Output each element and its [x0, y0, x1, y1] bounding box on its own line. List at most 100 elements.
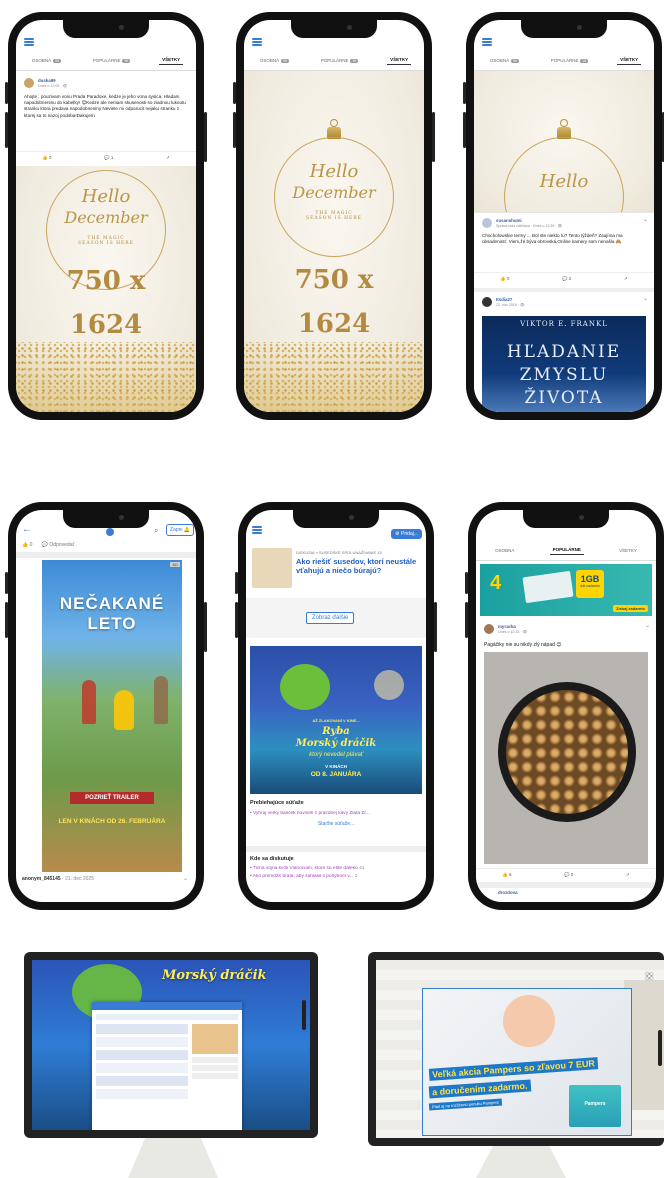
ad-headline-1: Veľká akcia Pampers so zľavou 7 EUR — [428, 1057, 599, 1081]
movie-subtitle: ktorý nevedel plávať — [309, 752, 363, 758]
phone-mockup-6: OSOBNÁ POPULÁRNE VŠETKY 4 1GB dát zadarm… — [465, 502, 664, 910]
tab-personal[interactable]: OSOBNÁ 99 — [487, 56, 522, 65]
watch-trailer-button[interactable]: POZRIEŤ TRAILER — [70, 792, 154, 804]
tab-all[interactable]: VŠETKY — [159, 55, 184, 65]
data-subtitle: dát zadarmo — [580, 584, 600, 588]
monitor-screen-2: Veľká akcia Pampers so zľavou 7 EUR a do… — [376, 960, 664, 1138]
tab-all[interactable]: VŠETKY — [387, 55, 412, 65]
menu-icon[interactable] — [252, 38, 262, 46]
like-button[interactable]: 👍 0 — [500, 276, 509, 282]
like-button[interactable]: 👍 0 — [22, 542, 32, 548]
menu-icon[interactable] — [24, 38, 34, 46]
poster-size-1: 750 x — [294, 265, 374, 295]
close-icon[interactable]: ✕ — [645, 970, 654, 983]
diaper-package: Pampers — [569, 1085, 621, 1127]
show-more-button[interactable]: Zobraz ďalšie — [306, 612, 355, 624]
book-title-1: HĽADANIE — [506, 342, 622, 363]
like-button[interactable]: 👍 0 — [42, 155, 51, 161]
post-photo[interactable] — [484, 652, 648, 864]
phone-screen-6: OSOBNÁ POPULÁRNE VŠETKY 4 1GB dát zadarm… — [476, 510, 656, 902]
tab-popular[interactable]: POPULÁRNE 99 — [318, 56, 362, 65]
desktop-monitor-2: Veľká akcia Pampers so zľavou 7 EUR a do… — [368, 952, 664, 1146]
poster-size-1: 750 x — [66, 266, 146, 296]
tab-all[interactable]: VŠETKY — [617, 55, 642, 65]
menu-icon[interactable] — [482, 38, 492, 46]
book-title-2: ZMYSLU — [519, 365, 609, 386]
phone-mockup-5: ⚙ Pridaj... DISKUSIA » SUSEDSKÉ SPOLUNAŽ… — [235, 502, 437, 910]
discussions-heading: Kde sa diskutuje — [250, 856, 294, 862]
post-text: Pagáčiky nie su nikdy zlý nápad 😊 — [484, 642, 562, 648]
christmas-poster: Hello December THE MAGIC SEASON IS HERE … — [16, 166, 196, 412]
discussion-title[interactable]: Ako riešiť susedov, ktorí neustále vťahu… — [296, 557, 422, 576]
add-post-button[interactable]: ⚙ Pridaj... — [391, 522, 422, 540]
reply-button[interactable]: 💬 Odpovedať — [42, 542, 75, 548]
pampers-logo: Pampers — [584, 1101, 606, 1107]
movie-ad-banner[interactable]: AD NEČAKANÉ LETO POZRIEŤ TRAILER LEN V K… — [42, 560, 182, 872]
tab-popular[interactable]: POPULÁRNE 99 — [90, 56, 134, 65]
christmas-poster: Hello — [474, 71, 654, 257]
tab-all[interactable]: VŠETKY — [616, 546, 640, 555]
ad-release-date: LEN V KINÁCH OD 26. FEBRUÁRA — [58, 818, 166, 825]
ad-badge: AD — [170, 562, 180, 567]
comment-button[interactable]: 💬 1 — [104, 155, 113, 161]
phone-mockup-4: ← ⌕ Zapni 🔔 👍 0 💬 Odpovedať AD NEČAKANÉ … — [5, 502, 207, 910]
movie-date-1: V KINÁCH — [325, 764, 347, 769]
post-author[interactable]: drozdova — [498, 890, 518, 896]
telecom-ad-banner[interactable]: 4 1GB dát zadarmo Získaj zadarmo — [480, 564, 652, 616]
post-meta: Dnes o 12:33 · 👁 — [498, 629, 528, 634]
discussion-link[interactable]: • Tichá vojna kvôli Vianociam, ktoré sú … — [250, 866, 422, 871]
claim-free-button[interactable]: Získaj zadarmo — [613, 605, 648, 612]
phone-screen-4: ← ⌕ Zapni 🔔 👍 0 💬 Odpovedať AD NEČAKANÉ … — [16, 510, 196, 902]
comment-button[interactable]: 💬 0 — [564, 872, 573, 878]
comment-button[interactable]: 💬 2 — [562, 276, 571, 282]
discussion-thumbnail — [252, 548, 292, 588]
brand-logo-icon: 4 — [490, 572, 502, 594]
poster-hello: Hello — [539, 171, 589, 192]
chevron-down-icon[interactable]: ⌄ — [183, 875, 188, 882]
menu-icon[interactable] — [252, 526, 262, 534]
share-icon[interactable]: ↗ — [166, 155, 170, 161]
chevron-down-icon[interactable]: ⌄ — [643, 295, 648, 303]
movie-title-2: Morský dráčik — [295, 738, 377, 749]
post-meta: Dnes o 12:02 · 👁 — [38, 83, 68, 88]
dragon-character — [280, 664, 330, 710]
tab-personal[interactable]: OSOBNÁ 99 — [257, 56, 292, 65]
poster-hello: Hello — [309, 161, 359, 182]
ad-title-2: LETO — [87, 614, 137, 633]
post-card: Itsdia27 22. nov 2016 · 👁 ⌄ VIKTOR E. FR… — [474, 288, 654, 412]
share-icon[interactable]: ↗ — [626, 872, 630, 878]
poster-size-2: 1624 — [297, 309, 371, 339]
avatar — [484, 624, 494, 634]
tab-popular[interactable]: POPULÁRNE 99 — [548, 56, 592, 65]
share-icon[interactable]: ↗ — [624, 276, 628, 282]
movie-title-1: Ryba — [322, 726, 350, 737]
movie-overline: AŽ ZLAKOVANÍ V KINE... — [312, 718, 360, 723]
older-contests-link[interactable]: Staršie súťaže... — [250, 821, 422, 827]
website-page[interactable] — [92, 1002, 242, 1130]
movie-title: Morský dráčik — [162, 968, 267, 983]
christmas-poster: Hello December THE MAGIC SEASON IS HERE … — [244, 71, 424, 412]
chevron-down-icon[interactable]: ⌄ — [645, 622, 650, 630]
tab-personal[interactable]: OSOBNÁ 99 — [29, 56, 64, 65]
tab-popular[interactable]: POPULÁRNE — [549, 545, 584, 555]
scrollbar[interactable] — [302, 1000, 306, 1030]
tab-personal[interactable]: OSOBNÁ — [492, 546, 517, 555]
book-author: VIKTOR E. FRANKL — [520, 320, 608, 328]
post-card: duska99 Dnes o 12:02 · 👁 Ahojte , pouziv… — [16, 72, 196, 164]
movie-ad-banner[interactable]: AŽ ZLAKOVANÍ V KINE... Ryba Morský dráči… — [250, 646, 422, 794]
user-icon[interactable] — [106, 528, 114, 536]
notify-toggle-button[interactable]: Zapni 🔔 — [166, 524, 195, 536]
contest-link[interactable]: • Vyhraj veľký balíček novinek z prázdne… — [250, 811, 422, 816]
scrollbar[interactable] — [658, 1030, 662, 1066]
pampers-ad-popup[interactable]: Veľká akcia Pampers so zľavou 7 EUR a do… — [422, 988, 632, 1136]
like-button[interactable]: 👍 6 — [502, 872, 511, 878]
movie-date-2: OD 8. JANUÁRA — [310, 771, 362, 778]
chevron-down-icon[interactable]: ⌄ — [643, 216, 648, 224]
discussion-breadcrumb[interactable]: DISKUSIA » SUSEDSKÉ SPOLUNAŽÍVANIE 15 — [296, 550, 422, 555]
data-amount: 1GB — [580, 574, 600, 584]
post-card: mycarka Dnes o 12:33 · 👁 ⌄ Pagáčiky nie … — [476, 620, 656, 902]
phone-screen-3: OSOBNÁ 99 POPULÁRNE 99 VŠETKY Hello susans… — [474, 20, 654, 412]
discussion-link[interactable]: • Ako premôžiť brata, aby súhlasil s poh… — [250, 874, 422, 879]
search-icon[interactable]: ⌕ — [154, 526, 158, 536]
back-arrow-icon[interactable]: ← — [22, 524, 32, 535]
